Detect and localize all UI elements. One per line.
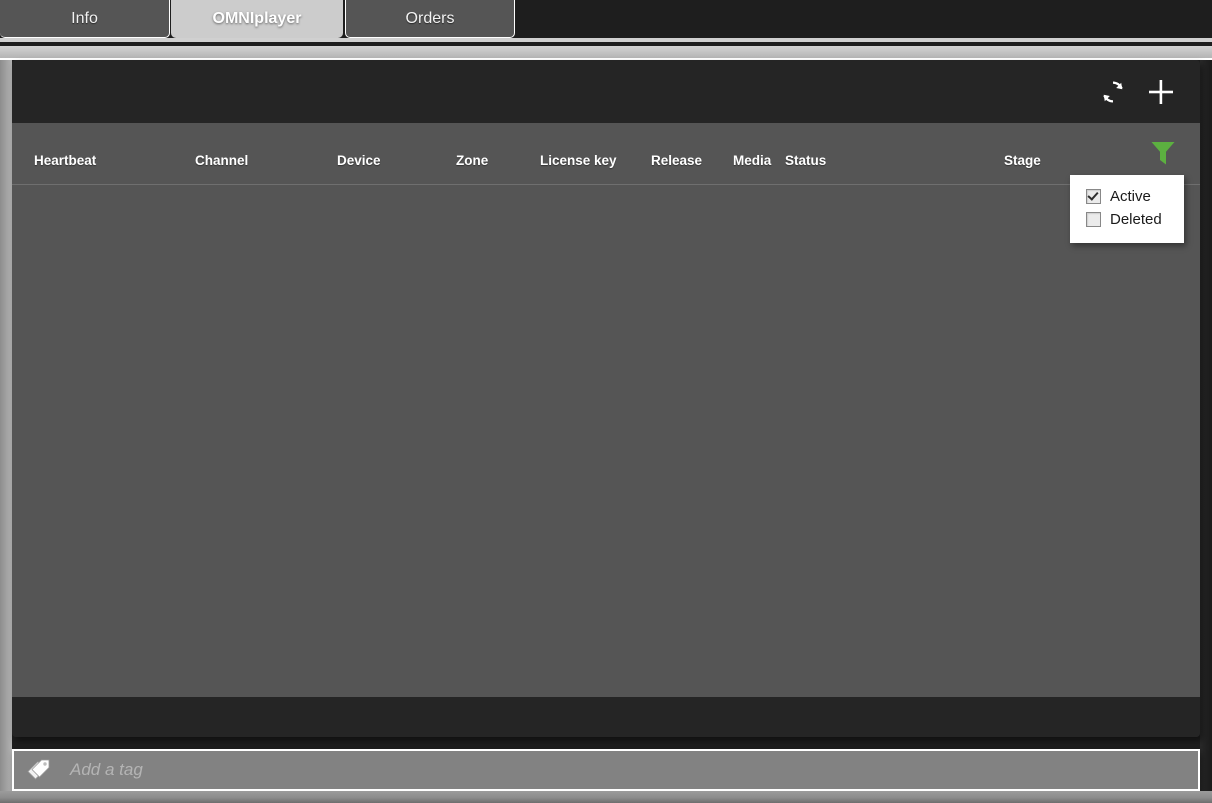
column-header-heartbeat[interactable]: Heartbeat xyxy=(34,153,96,168)
column-header-license-key[interactable]: License key xyxy=(540,153,617,168)
filter-option-active[interactable]: Active xyxy=(1070,185,1184,208)
right-gutter xyxy=(1200,60,1212,803)
panel-footer xyxy=(12,697,1200,737)
column-header-device[interactable]: Device xyxy=(337,153,381,168)
tab-info-label: Info xyxy=(71,9,98,27)
column-header-channel[interactable]: Channel xyxy=(195,153,248,168)
panel-toolbar xyxy=(12,60,1200,123)
tab-orders-label: Orders xyxy=(405,9,455,27)
filter-option-active-label: Active xyxy=(1110,188,1151,205)
omniplayer-panel: Heartbeat Channel Device Zone License ke… xyxy=(12,60,1200,737)
checkbox-active-icon[interactable] xyxy=(1086,189,1101,204)
tab-info[interactable]: Info xyxy=(0,0,170,38)
filter-dropdown: Active Deleted xyxy=(1070,175,1184,243)
checkbox-deleted-icon[interactable] xyxy=(1086,212,1101,227)
tab-omniplayer-label: OMNIplayer xyxy=(212,9,302,27)
tab-omniplayer[interactable]: OMNIplayer xyxy=(171,0,343,38)
tag-icon xyxy=(24,755,54,786)
left-gutter xyxy=(0,60,12,803)
refresh-icon[interactable] xyxy=(1092,71,1134,113)
tag-input-bar[interactable]: Add a tag xyxy=(12,749,1200,791)
table-body xyxy=(12,185,1200,697)
column-header-release[interactable]: Release xyxy=(651,153,702,168)
tag-input-placeholder: Add a tag xyxy=(70,760,143,779)
funnel-icon[interactable] xyxy=(1148,139,1178,169)
column-header-status[interactable]: Status xyxy=(785,153,826,168)
column-header-zone[interactable]: Zone xyxy=(456,153,488,168)
filter-option-deleted-label: Deleted xyxy=(1110,211,1162,228)
tab-strip: Info OMNIplayer Orders xyxy=(0,0,1212,38)
divider-gradient xyxy=(0,46,1212,58)
plus-icon[interactable] xyxy=(1140,71,1182,113)
column-header-stage[interactable]: Stage xyxy=(1004,153,1041,168)
column-header-media[interactable]: Media xyxy=(733,153,771,168)
table-header-row: Heartbeat Channel Device Zone License ke… xyxy=(12,123,1200,185)
tab-orders[interactable]: Orders xyxy=(345,0,515,38)
bottom-gutter xyxy=(0,791,1212,803)
filter-option-deleted[interactable]: Deleted xyxy=(1070,208,1184,231)
